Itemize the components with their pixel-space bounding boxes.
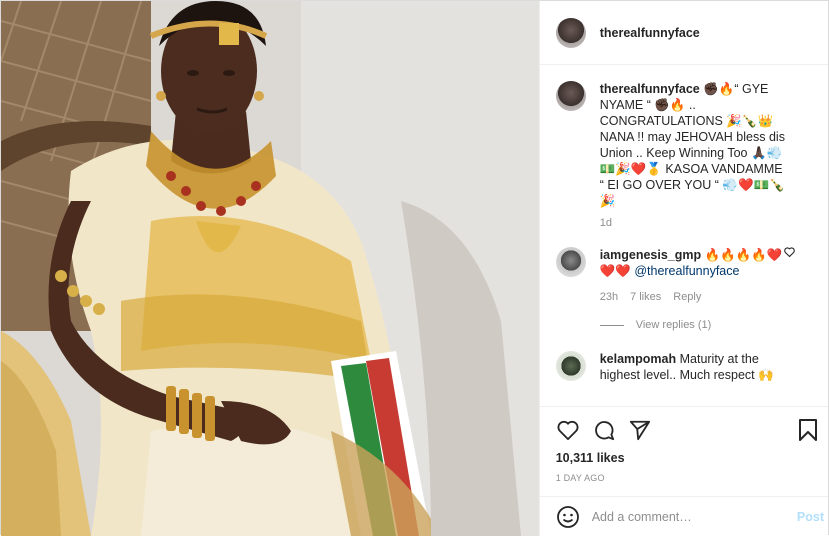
caption-username[interactable]: therealfunnyface [600,82,700,96]
view-replies-button[interactable]: View replies (1) [599,319,812,331]
video-frame-illustration [1,1,539,536]
commenter-avatar[interactable] [555,351,586,381]
save-icon[interactable] [796,418,820,442]
caption-text: ✊🏿🔥“ GYE NYAME “ ✊🏿🔥 .. CONGRATULATIONS … [599,82,785,208]
caption-age: 1d [599,217,612,229]
comment-input[interactable] [591,509,782,524]
comment-body: kelampomah Maturity at the highest level… [600,351,790,383]
post-timestamp: 1 DAY AGO [555,473,605,483]
comment-body: iamgenesis_gmp 🔥🔥🔥🔥❤️ ❤️❤️ @therealfunny… [600,247,790,305]
post-comment-button[interactable]: Post [797,510,824,524]
reply-button[interactable]: Reply [673,289,701,305]
add-comment-bar: Post [539,496,828,536]
comment-username[interactable]: kelampomah [600,352,676,366]
comment-age: 23h [599,291,619,303]
replies-divider [599,324,624,326]
comment-item: kelampomah Maturity at the highest level… [555,351,812,383]
author-username[interactable]: therealfunnyface [600,26,700,40]
caption-avatar[interactable] [555,81,586,111]
caption: therealfunnyface ✊🏿🔥“ GYE NYAME “ ✊🏿🔥 ..… [555,81,812,209]
post-video[interactable] [1,1,540,536]
comment-username[interactable]: iamgenesis_gmp [600,248,701,262]
emoji-icon[interactable] [556,505,580,529]
post-side-panel: therealfunnyface therealfunnyface ✊🏿🔥“ G… [539,1,828,536]
post-dialog: therealfunnyface therealfunnyface ✊🏿🔥“ G… [0,0,829,536]
comment-item: iamgenesis_gmp 🔥🔥🔥🔥❤️ ❤️❤️ @therealfunny… [555,247,812,331]
comment-likes[interactable]: 7 likes [630,289,661,305]
comments-section[interactable]: therealfunnyface ✊🏿🔥“ GYE NYAME “ ✊🏿🔥 ..… [540,65,828,406]
comment-mention[interactable]: @therealfunnyface [634,264,739,278]
share-icon[interactable] [628,418,652,442]
comment-icon[interactable] [592,418,616,442]
comment-meta: 23h 7 likes Reply [600,289,790,305]
view-replies-label[interactable]: View replies (1) [636,319,712,331]
like-icon[interactable] [556,418,580,442]
comment-like-icon[interactable] [784,247,795,258]
post-header: therealfunnyface [539,1,828,65]
like-count[interactable]: 10,311 likes [556,451,812,465]
commenter-avatar[interactable] [555,247,586,277]
caption-body: therealfunnyface ✊🏿🔥“ GYE NYAME “ ✊🏿🔥 ..… [600,81,790,209]
author-avatar[interactable] [555,17,586,48]
post-actions: 10,311 likes 1 DAY AGO [539,406,828,496]
